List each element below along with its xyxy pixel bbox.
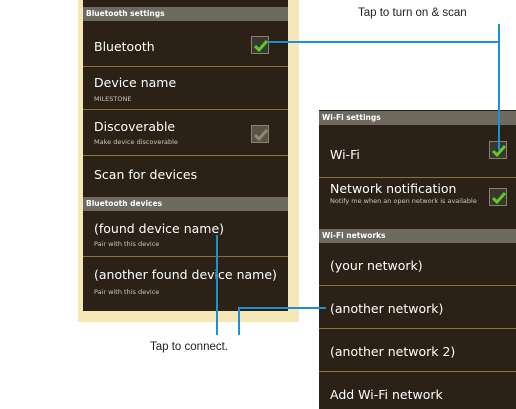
network-name: (your network) <box>330 258 423 273</box>
device-name-label: Device name <box>94 75 177 90</box>
wifi-settings-screen: Wi-Fi settings Wi-Fi Network notificatio… <box>319 110 516 409</box>
found-device-sublabel: Pair with this device <box>94 288 160 296</box>
found-device-row[interactable]: (found device name) Pair with this devic… <box>83 211 288 257</box>
add-wifi-network-row[interactable]: Add Wi-Fi network <box>319 372 516 409</box>
bluetooth-settings-header: Bluetooth settings <box>83 7 288 21</box>
scan-callout-line <box>498 24 500 150</box>
network-name: (another network 2) <box>330 344 456 359</box>
discoverable-label: Discoverable <box>94 119 176 134</box>
network-row[interactable]: (your network) <box>319 243 516 286</box>
network-name: (another network) <box>330 301 444 316</box>
add-wifi-network-label: Add Wi-Fi network <box>330 387 443 402</box>
wifi-networks-header: Wi-Fi networks <box>319 229 516 243</box>
connect-callout-line <box>216 235 218 335</box>
notification-checkbox[interactable] <box>489 188 507 206</box>
scan-callout-line <box>268 41 500 43</box>
connect-callout-line <box>238 307 240 335</box>
network-row[interactable]: (another network) <box>319 286 516 329</box>
network-notification-sublabel: Notify me when an open network is availa… <box>330 197 477 205</box>
network-notification-label: Network notification <box>330 181 457 196</box>
scan-devices-row[interactable]: Scan for devices <box>83 156 288 197</box>
wifi-settings-header: Wi-Fi settings <box>319 111 516 125</box>
checkmark-icon <box>253 129 269 142</box>
network-row[interactable]: (another network 2) <box>319 329 516 372</box>
bluetooth-devices-header: Bluetooth devices <box>83 197 288 211</box>
found-device-name: (another found device name) <box>94 267 277 282</box>
found-device-row[interactable]: (another found device name) Pair with th… <box>83 257 288 303</box>
checkmark-icon <box>253 40 269 53</box>
connect-callout-line <box>238 307 326 309</box>
device-name-value: MILESTONE <box>94 95 132 103</box>
scan-callout-text: Tap to turn on & scan <box>358 7 467 19</box>
scan-devices-label: Scan for devices <box>94 167 198 182</box>
found-device-name: (found device name) <box>94 221 225 236</box>
discoverable-row[interactable]: Discoverable Make device discoverable <box>83 110 288 156</box>
discoverable-sublabel: Make device discoverable <box>94 138 178 146</box>
checkmark-icon <box>491 192 507 205</box>
network-notification-row[interactable]: Network notification Notify me when an o… <box>319 178 516 225</box>
found-device-sublabel: Pair with this device <box>94 240 160 248</box>
bluetooth-label: Bluetooth <box>94 39 155 54</box>
bluetooth-toggle-row[interactable]: Bluetooth <box>83 21 288 67</box>
connect-callout-text: Tap to connect. <box>150 341 228 353</box>
bluetooth-checkbox[interactable] <box>251 36 269 54</box>
bluetooth-settings-screen: Bluetooth settings Bluetooth Device name… <box>83 0 288 311</box>
discoverable-checkbox[interactable] <box>251 125 269 143</box>
wifi-toggle-row[interactable]: Wi-Fi <box>319 125 516 178</box>
wifi-label: Wi-Fi <box>330 147 360 162</box>
device-name-row[interactable]: Device name MILESTONE <box>83 67 288 110</box>
